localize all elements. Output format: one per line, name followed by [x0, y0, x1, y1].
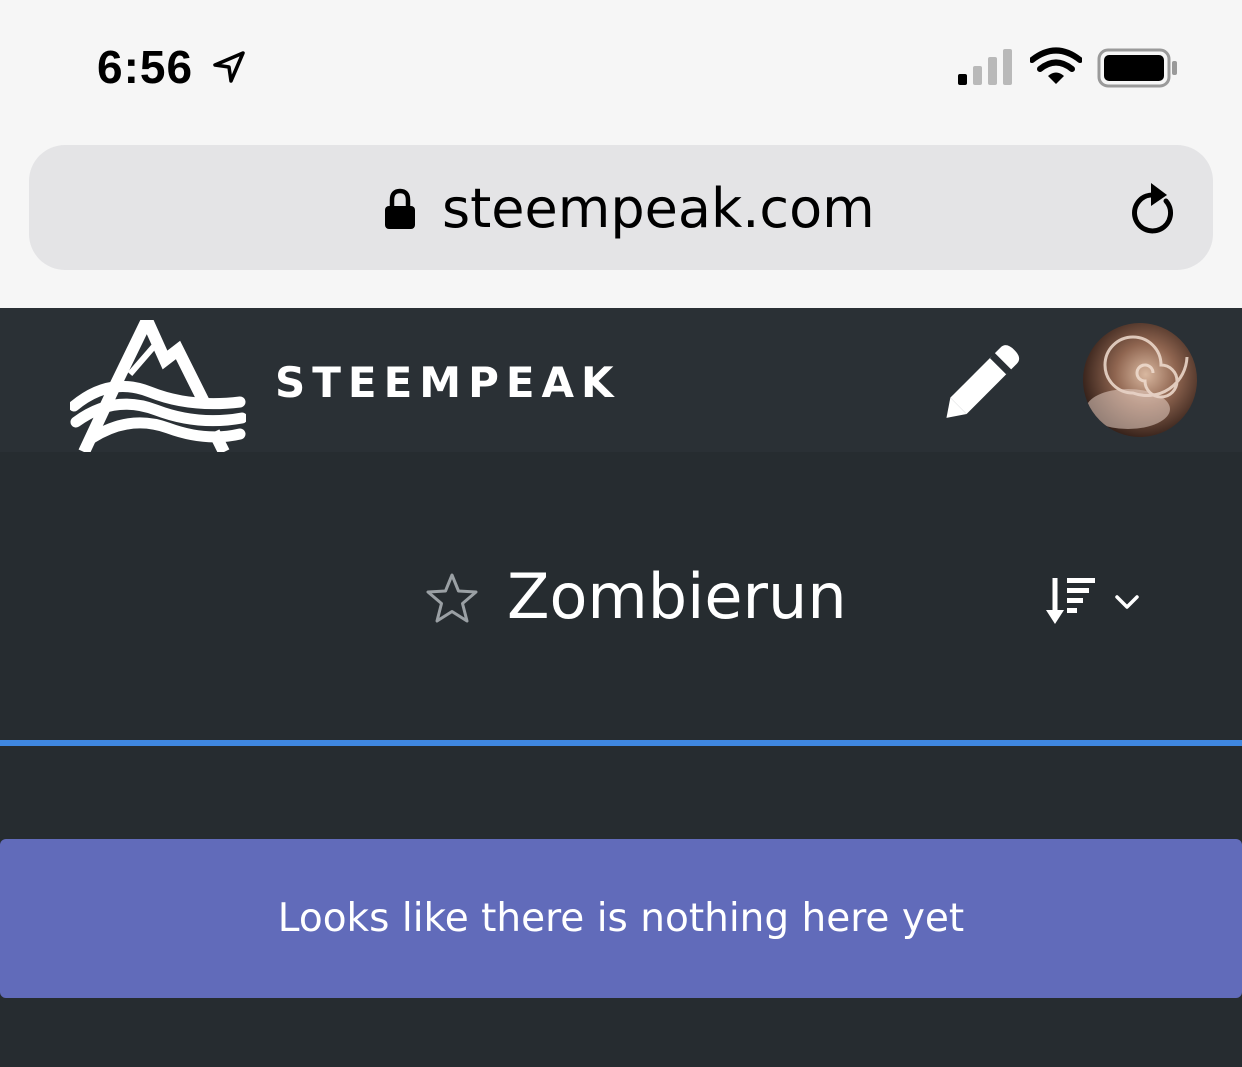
app-header: STEEMPEAK [0, 305, 1242, 455]
sort-icon[interactable] [1045, 576, 1097, 631]
empty-state-notice: Looks like there is nothing here yet [0, 839, 1242, 998]
avatar[interactable] [1083, 323, 1197, 437]
reload-icon[interactable] [1127, 179, 1179, 242]
empty-state-message: Looks like there is nothing here yet [277, 896, 965, 941]
chevron-down-icon[interactable] [1114, 593, 1140, 616]
page-title: Zombierun [507, 560, 847, 633]
pencil-icon[interactable] [940, 338, 1030, 427]
browser-bar: steempeak.com [0, 130, 1242, 308]
url-text: steempeak.com [442, 177, 875, 240]
status-time: 6:56 [97, 41, 194, 93]
location-arrow-icon [212, 50, 246, 89]
steempeak-logo-icon[interactable] [68, 305, 248, 457]
wifi-icon [1029, 47, 1083, 92]
url-field[interactable]: steempeak.com [29, 145, 1213, 270]
status-bar: 6:56 [0, 0, 1242, 130]
lock-icon [384, 188, 416, 235]
accent-divider [0, 740, 1242, 746]
battery-icon [1097, 48, 1179, 93]
brand-name[interactable]: STEEMPEAK [275, 358, 621, 407]
community-header: Zombierun [0, 452, 1242, 740]
cellular-signal-icon [956, 48, 1016, 91]
star-outline-icon[interactable] [425, 572, 479, 629]
